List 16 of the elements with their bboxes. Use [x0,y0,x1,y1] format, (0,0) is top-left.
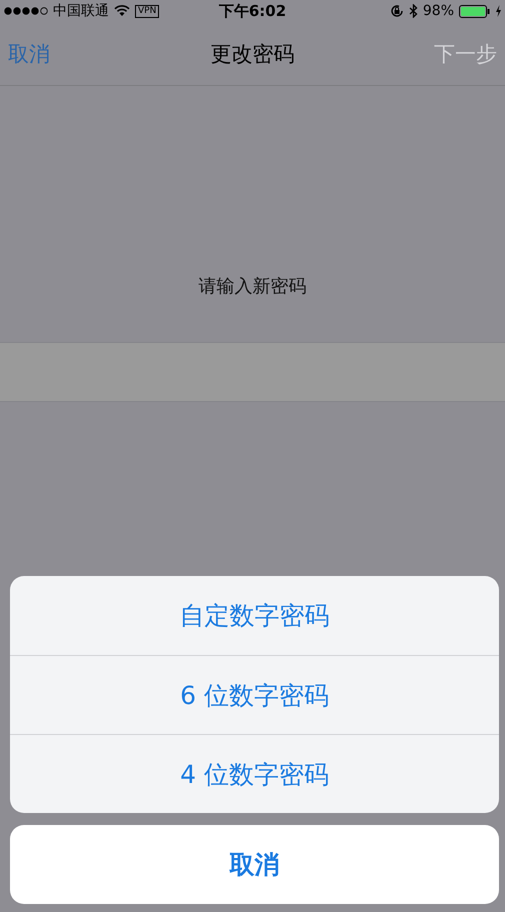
sheet-option[interactable]: 自定数字密码 [10,576,499,655]
sheet-option[interactable]: 6 位数字密码 [10,655,499,734]
wifi-icon [114,5,130,17]
sheet-option[interactable]: 4 位数字密码 [10,734,499,813]
signal-icon [4,7,48,15]
bluetooth-icon [408,4,418,18]
cancel-button[interactable]: 取消 [10,825,499,904]
battery-icon [459,4,491,18]
prompt-text: 请输入新密码 [198,275,306,298]
vpn-indicator: VPN [135,4,160,18]
charging-bolt-icon [496,5,501,17]
rotation-lock-icon [390,4,404,18]
page-title: 更改密码 [210,42,294,66]
carrier-name: 中国联通 [53,2,109,20]
battery-percent: 98% [422,3,454,19]
clock-time: 下午6:02 [218,2,286,20]
